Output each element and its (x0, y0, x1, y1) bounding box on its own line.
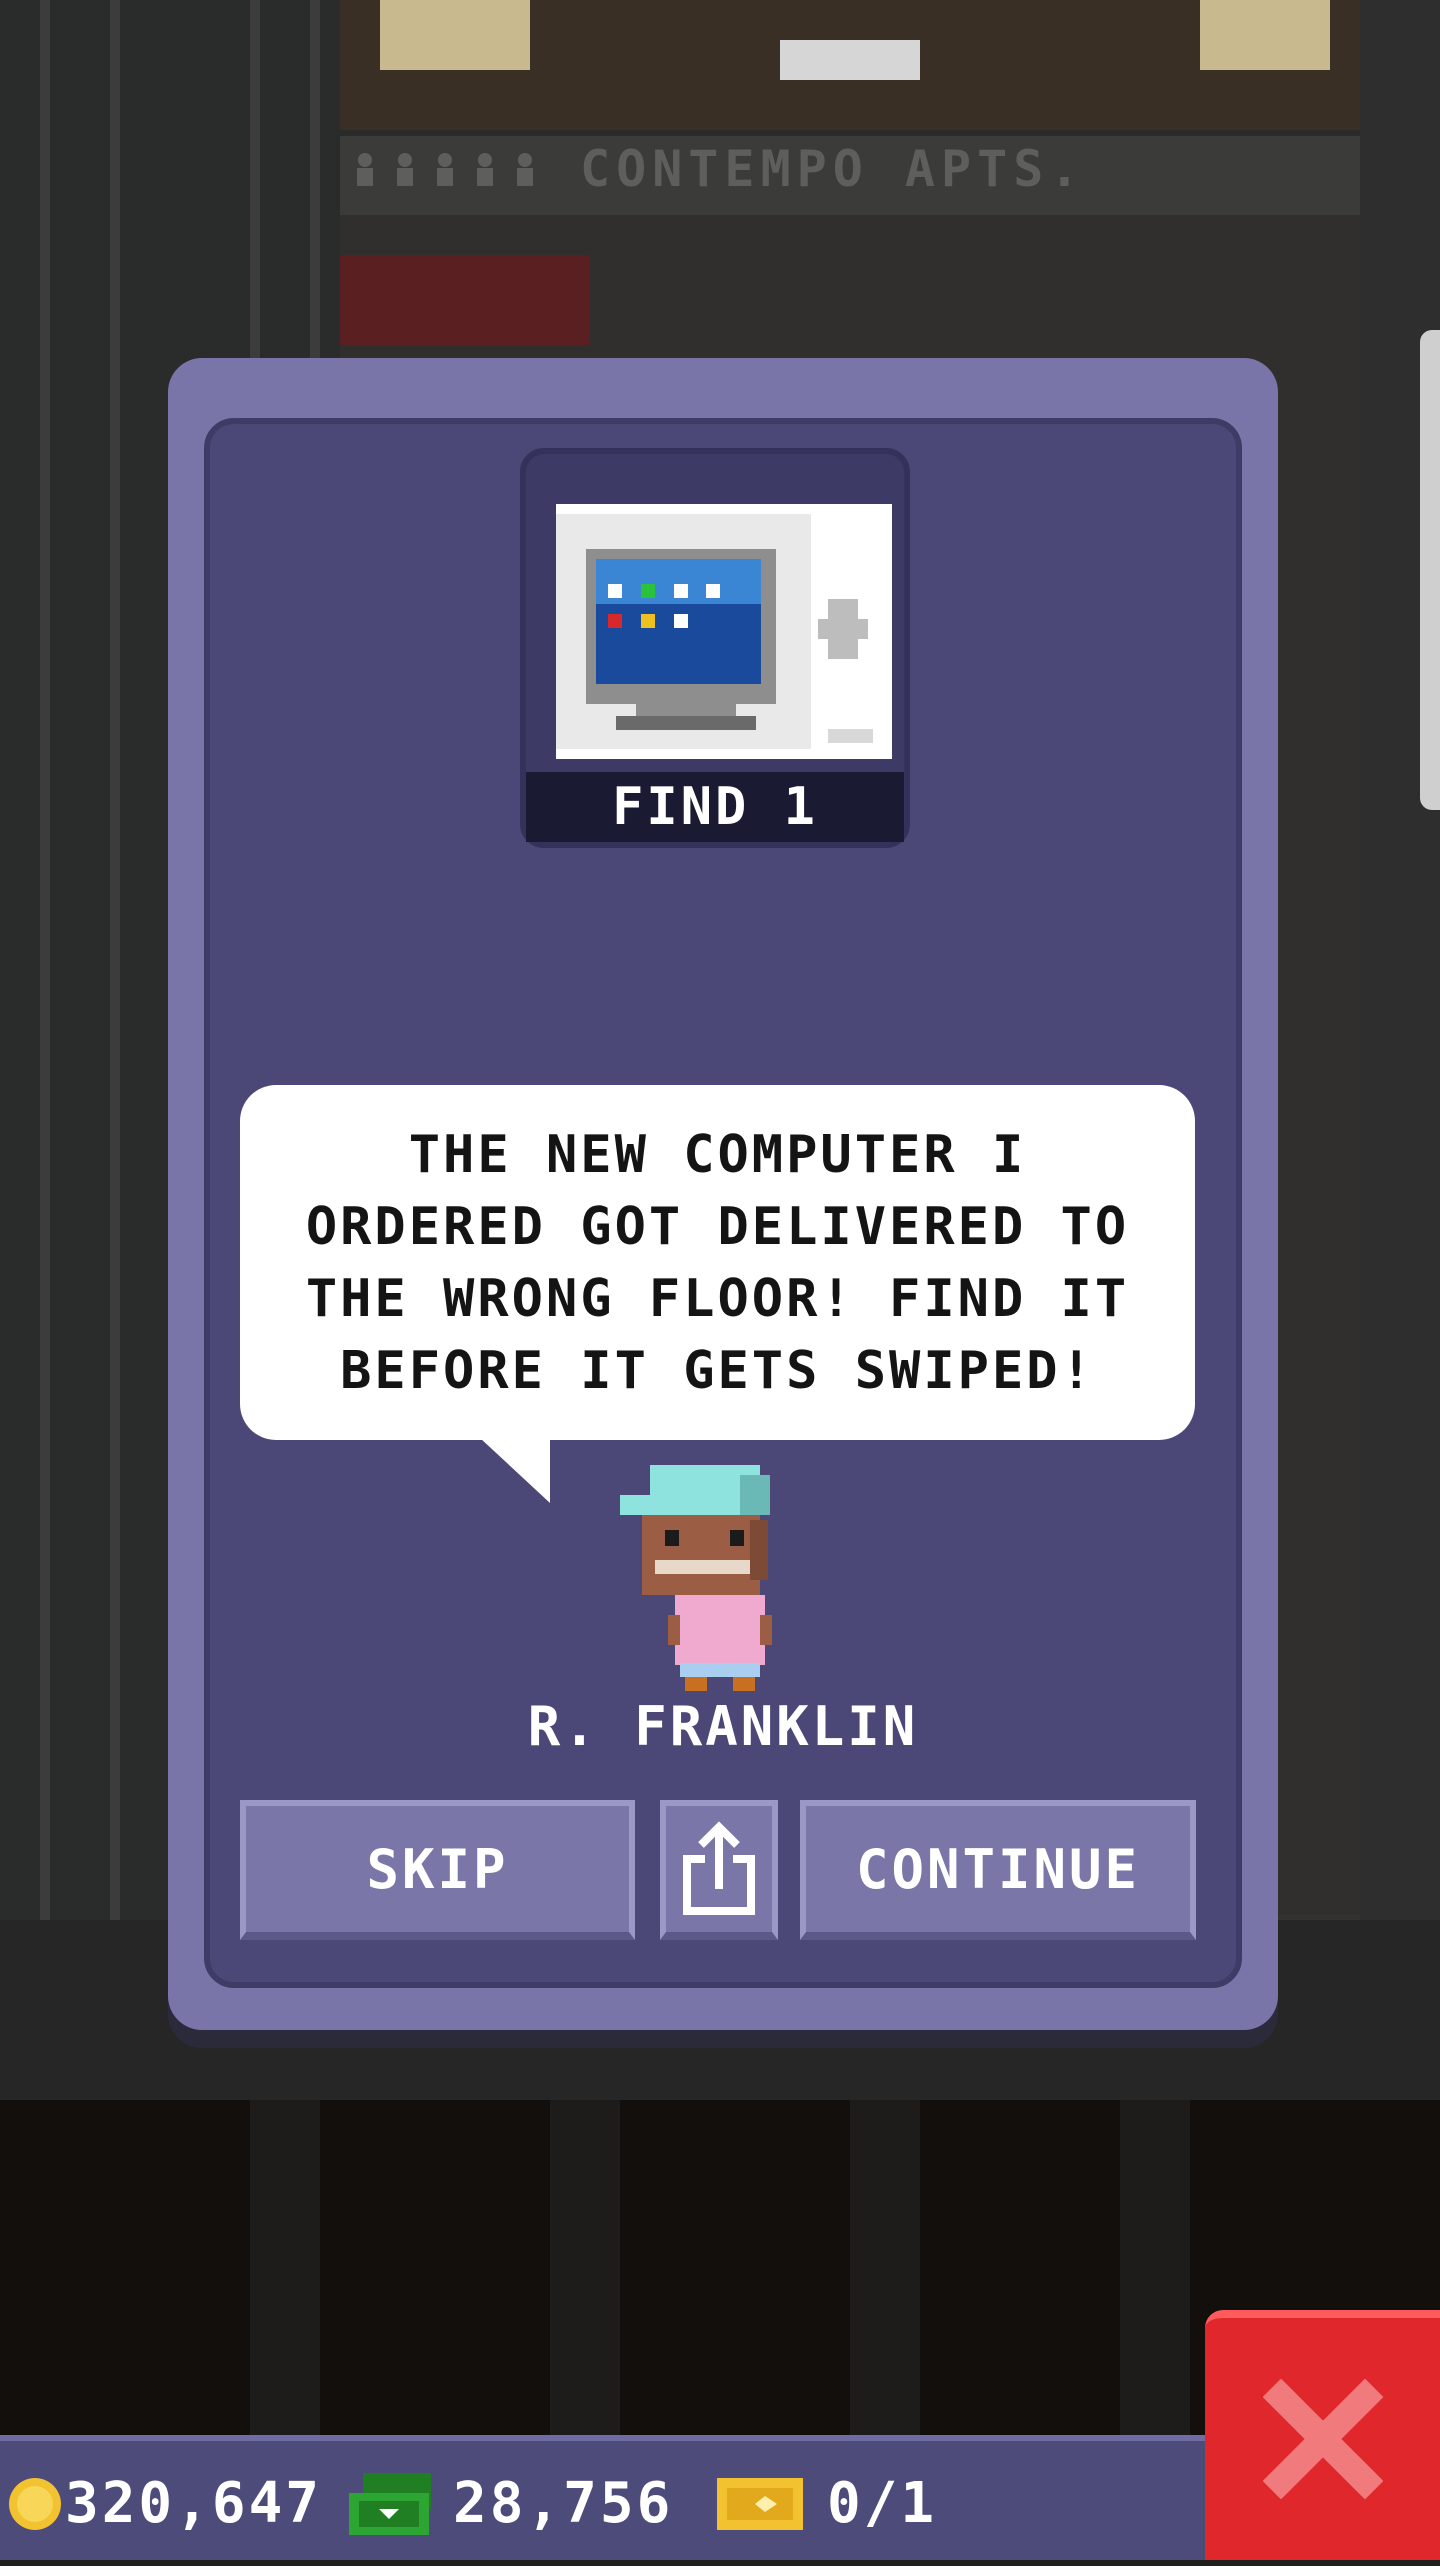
character-avatar (620, 1465, 772, 1691)
scrollbar[interactable] (1420, 330, 1440, 810)
bux-icon (349, 2472, 431, 2535)
tenants-icon (357, 153, 533, 186)
currency-bar: 320,647 28,756 0/1 (0, 2435, 1205, 2560)
coin-icon (9, 2477, 61, 2530)
character-name: R. FRANKLIN (527, 1695, 919, 1758)
share-button[interactable] (660, 1800, 778, 1940)
item-card: FIND 1 (520, 448, 910, 848)
room-decor (340, 255, 590, 345)
coins-counter: 320,647 (5, 2441, 322, 2566)
speech-bubble-tail (480, 1438, 550, 1503)
close-button[interactable] (1205, 2310, 1440, 2560)
bux-value: 28,756 (453, 2471, 674, 2536)
mission-message: THE NEW COMPUTER I ORDERED GOT DELIVERED… (305, 1124, 1130, 1401)
close-icon (1262, 2379, 1383, 2499)
floor-top (340, 0, 1360, 130)
item-image (556, 504, 892, 759)
computer-monitor-icon (556, 504, 892, 759)
ticket-icon (717, 2477, 803, 2530)
speech-bubble: THE NEW COMPUTER I ORDERED GOT DELIVERED… (240, 1085, 1195, 1440)
bux-counter: 28,756 (345, 2441, 673, 2566)
right-wall (1360, 0, 1440, 1920)
tickets-value: 0/1 (827, 2471, 938, 2536)
find-label: FIND 1 (526, 772, 904, 842)
share-icon (683, 1821, 755, 1915)
building-sign: CONTEMPO APTS. (580, 140, 1086, 198)
continue-button[interactable]: CONTINUE (800, 1800, 1196, 1940)
skip-button[interactable]: SKIP (240, 1800, 635, 1940)
coins-value: 320,647 (65, 2471, 323, 2536)
tickets-counter: 0/1 (715, 2441, 937, 2566)
